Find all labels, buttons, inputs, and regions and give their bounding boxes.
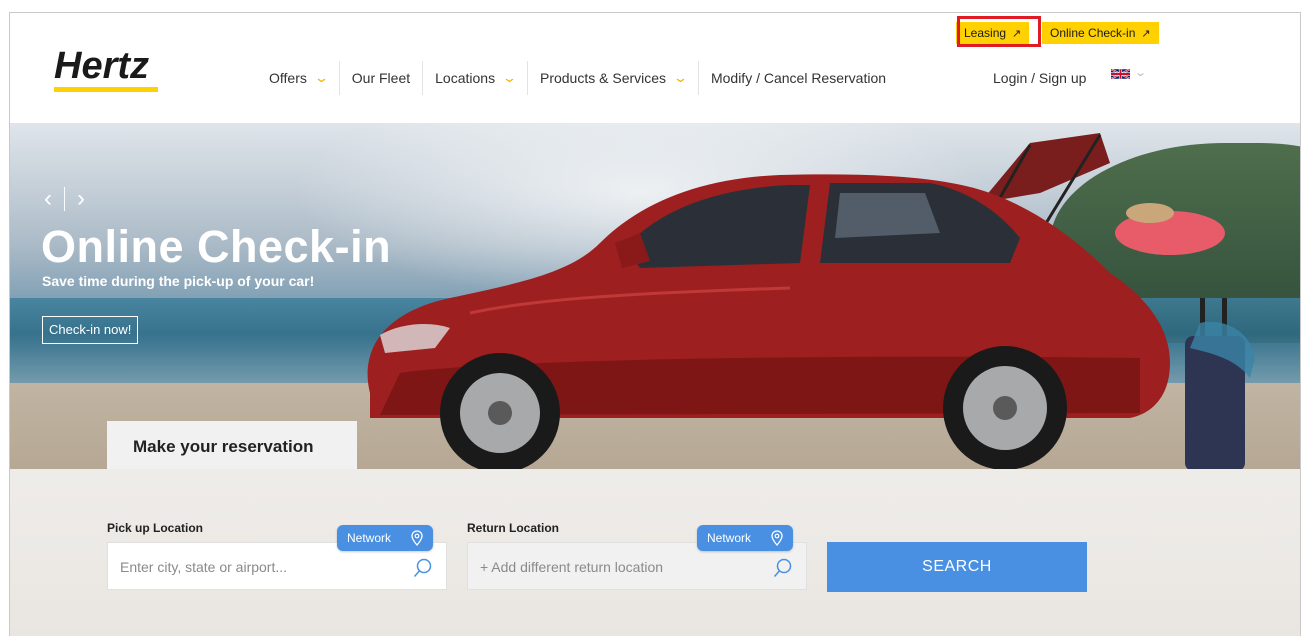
tab-make-reservation[interactable]: Make your reservation: [107, 421, 357, 469]
pickup-network-label: Network: [347, 531, 392, 545]
online-checkin-link-label: Online Check-in: [1050, 26, 1136, 40]
hero-subtitle: Save time during the pick-up of your car…: [42, 273, 315, 289]
hero-title: Online Check-in: [41, 221, 392, 272]
nav-offers[interactable]: Offers ⌄: [257, 61, 340, 95]
search-icon[interactable]: [773, 558, 793, 578]
carousel-next-icon[interactable]: ›: [77, 185, 85, 213]
suitcase-image: [1185, 298, 1255, 469]
pickup-location-label: Pick up Location: [107, 521, 204, 535]
search-icon[interactable]: [413, 558, 433, 578]
browser-frame: Hertz Leasing ↗ Online Check-in ↗ Offers ⌄ …: [9, 12, 1301, 636]
pickup-network-button[interactable]: Network: [337, 525, 433, 551]
nav-locations-label: Locations: [435, 70, 496, 86]
login-signup-link[interactable]: Login / Sign up: [993, 61, 1086, 95]
leasing-highlight-box: [957, 16, 1041, 47]
nav-our-fleet[interactable]: Our Fleet: [340, 61, 424, 95]
chevron-down-icon: ⌄: [501, 70, 518, 85]
carousel-divider: [64, 187, 65, 211]
location-pin-icon: [771, 530, 783, 546]
nav-modify-cancel[interactable]: Modify / Cancel Reservation: [699, 61, 898, 95]
return-network-label: Network: [707, 531, 752, 545]
hero-banner: ‹ › Online Check-in Save time during the…: [10, 123, 1300, 469]
external-link-icon: ↗: [1141, 28, 1151, 40]
nav-locations[interactable]: Locations ⌄: [423, 61, 528, 95]
nav-products-services[interactable]: Products & Services ⌄: [528, 61, 699, 95]
hertz-logo[interactable]: Hertz: [54, 45, 149, 88]
nav-our-fleet-label: Our Fleet: [351, 70, 411, 86]
uk-flag-icon[interactable]: [1111, 68, 1130, 80]
carousel-arrows: ‹ ›: [44, 185, 85, 213]
main-nav: Offers ⌄ Our Fleet Locations ⌄ Products & …: [257, 61, 898, 95]
online-checkin-link[interactable]: Online Check-in ↗: [1042, 22, 1159, 44]
return-network-button[interactable]: Network: [697, 525, 793, 551]
carousel-prev-icon[interactable]: ‹: [44, 185, 52, 213]
red-car-image: [367, 133, 1225, 469]
chevron-down-icon: ⌄: [672, 70, 689, 85]
nav-offers-label: Offers: [269, 70, 307, 86]
site-header: Hertz Leasing ↗ Online Check-in ↗ Offers ⌄ …: [10, 13, 1300, 123]
return-location-placeholder: + Add different return location: [480, 559, 664, 575]
language-chevron-icon[interactable]: ⌄: [1134, 66, 1147, 79]
location-pin-icon: [411, 530, 423, 546]
search-button[interactable]: SEARCH: [827, 542, 1087, 592]
checkin-now-button[interactable]: Check-in now!: [42, 316, 139, 344]
pickup-location-placeholder: Enter city, state or airport...: [120, 559, 288, 575]
chevron-down-icon: ⌄: [313, 70, 329, 85]
return-location-label: Return Location: [467, 521, 559, 535]
logo-underline: [54, 87, 158, 92]
nav-products-services-label: Products & Services: [539, 70, 667, 86]
nav-modify-cancel-label: Modify / Cancel Reservation: [710, 70, 887, 86]
